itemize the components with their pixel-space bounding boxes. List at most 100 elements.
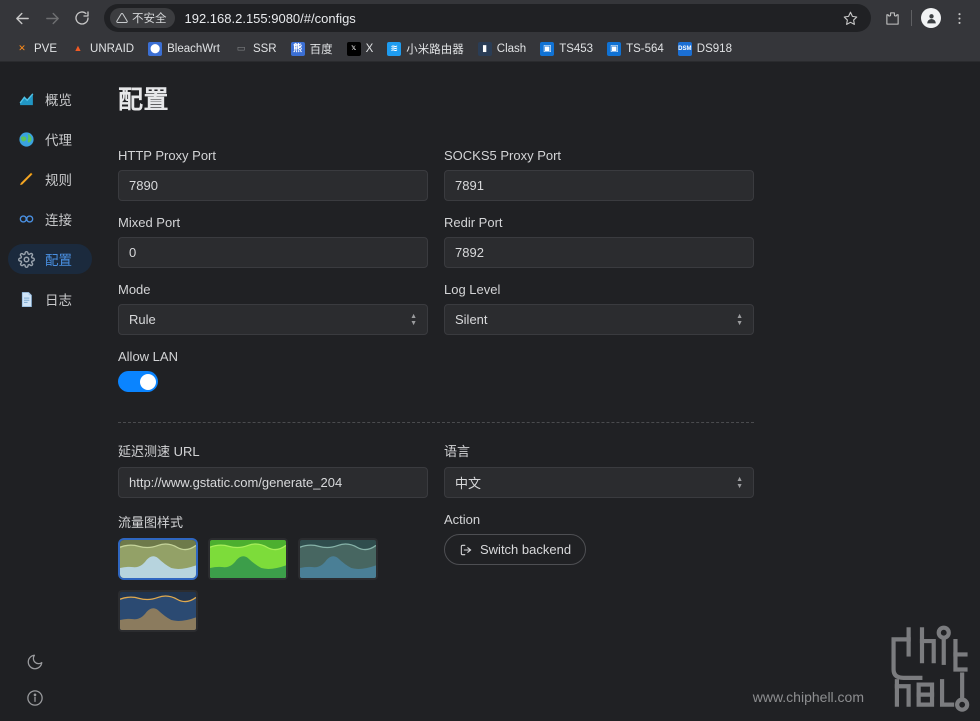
chart-style-option-4[interactable] [118,590,198,632]
bookmark-label: Clash [496,42,527,55]
bookmark-item[interactable]: ▣ TS-564 [600,40,671,58]
language-selected-value: 中文 [455,476,482,491]
sidebar-item-list: 概览代理规则连接配置日志 [0,84,100,324]
bookmark-item[interactable]: 𝕏X [340,40,381,58]
http-proxy-port-input[interactable]: 7890 [118,170,428,201]
bookmark-item[interactable]: ▲ UNRAID [64,40,141,58]
allow-lan-row-spacer [444,349,754,406]
address-bar[interactable]: 不安全 192.168.2.155:9080/#/configs [104,4,871,32]
moon-icon[interactable] [26,653,44,671]
bookmark-item[interactable]: ⬤ BleachWrt [141,40,227,58]
mode-selected-value: Rule [129,312,156,327]
sidebar-item-1[interactable]: 概览 [8,84,92,114]
reload-button[interactable] [68,4,96,32]
three-dot-menu-icon[interactable] [946,5,972,31]
bookmark-label: SSR [252,42,277,55]
field-chart-style: 流量图样式 [118,512,428,632]
sidebar-item-label: 规则 [45,173,72,188]
bookmark-item[interactable]: ≋ 小米路由器 [380,39,471,59]
bookmark-label: BleachWrt [167,42,220,55]
bookmark-label: PVE [34,42,58,55]
ports-row-2: Mixed Port 0 Redir Port 7892 [118,215,754,282]
latency-test-url-input[interactable]: http://www.gstatic.com/generate_204 [118,467,428,498]
field-redir-port: Redir Port 7892 [444,215,754,268]
puzzle-icon[interactable] [879,5,905,31]
field-log-level: Log Level Silent ▲ ▼ [444,282,754,335]
sidebar-item-6[interactable]: 日志 [8,284,92,314]
info-icon[interactable] [26,689,44,707]
misc-row: 延迟测速 URL http://www.gstatic.com/generate… [118,441,754,512]
language-select[interactable]: 中文 ▲ ▼ [444,467,754,498]
sidebar-item-4[interactable]: 连接 [8,204,92,234]
forward-button[interactable] [38,4,66,32]
globe-icon [18,131,35,148]
sidebar-item-label: 连接 [45,213,72,228]
chart-style-option-3[interactable] [298,538,378,580]
bookmark-label: TS453 [559,42,594,55]
bookmark-label: UNRAID [90,42,135,55]
bookmark-label: 百度 [309,43,333,56]
label-redir-port: Redir Port [444,215,503,230]
bookmark-favicon: DSM [677,41,692,56]
page-title: 配置 [118,86,170,114]
chart-style-option-1[interactable] [118,538,198,580]
style-action-row: 流量图样式 Action Switch backend [118,512,754,646]
bookmark-item[interactable]: ▭ SSR [227,40,284,58]
bookmark-item[interactable]: ✕ PVE [8,40,64,58]
bookmark-label: TS-564 [626,42,664,55]
bookmark-label: DS918 [696,42,732,55]
mixed-port-input[interactable]: 0 [118,237,428,268]
link-icon [18,211,35,228]
bookmark-favicon: ✕ [18,43,26,53]
switch-backend-label: Switch backend [480,542,572,557]
bookmark-item[interactable]: ▣ TS453 [533,40,600,58]
log-level-select[interactable]: Silent ▲ ▼ [444,304,754,335]
mode-select[interactable]: Rule ▲ ▼ [118,304,428,335]
clash-dashboard: 概览 代理 规则 连接 配置 日志 配置 HTTP Proxy Port 7890 SOC… [0,62,980,721]
bookmark-item[interactable]: 熊百度 [284,39,340,59]
label-mode: Mode [118,282,151,297]
bookmark-favicon: ≋ [387,41,402,56]
profile-avatar[interactable] [918,5,944,31]
bookmark-favicon: ▲ [73,43,83,53]
sidebar-item-3[interactable]: 规则 [8,164,92,194]
log-level-selected-value: Silent [455,312,488,327]
section-divider [118,422,754,423]
star-icon[interactable] [839,7,861,29]
bookmark-favicon: 熊 [290,41,305,56]
field-mixed-port: Mixed Port 0 [118,215,428,268]
label-http-proxy-port: HTTP Proxy Port [118,148,217,163]
bookmark-label: X [365,42,374,55]
chart-style-option-2[interactable] [208,538,288,580]
sidebar-item-5[interactable]: 配置 [8,244,92,274]
allow-lan-toggle[interactable] [118,371,158,392]
bookmark-favicon: 𝕏 [346,41,361,56]
config-form: HTTP Proxy Port 7890 SOCKS5 Proxy Port 7… [118,148,754,646]
label-latency-test-url: 延迟测速 URL [118,444,200,459]
sidebar-navigation: 概览代理规则连接配置日志 [0,62,100,721]
back-button[interactable] [8,4,36,32]
pencil-icon [18,171,35,188]
sidebar-item-label: 日志 [45,293,72,308]
label-log-level: Log Level [444,282,501,297]
omnibox-actions [839,7,861,29]
ports-row-1: HTTP Proxy Port 7890 SOCKS5 Proxy Port 7… [118,148,754,215]
switch-backend-button[interactable]: Switch backend [444,534,587,565]
bookmark-item[interactable]: DSM DS918 [671,40,739,58]
spinner-arrows-icon: ▲ ▼ [736,312,743,327]
chiphell-watermark: www.chiphell.com [753,621,974,713]
socks5-proxy-port-input[interactable]: 7891 [444,170,754,201]
bookmark-label: 小米路由器 [406,43,464,56]
bookmark-item[interactable]: ▮ Clash [471,40,533,58]
sidebar-item-2[interactable]: 代理 [8,124,92,154]
label-action: Action [444,512,481,527]
watermark-url: www.chiphell.com [752,689,864,705]
url-text: 192.168.2.155:9080/#/configs [184,10,356,26]
bookmarks-bar: ✕ PVE ▲ UNRAID ⬤ BleachWrt ▭ SSR 熊百度 𝕏 X ≋ 小米路由器 ▮ Cla… [0,36,980,62]
label-allow-lan: Allow LAN [118,349,178,364]
field-socks5-proxy-port: SOCKS5 Proxy Port 7891 [444,148,754,201]
bookmark-favicon: ▭ [236,43,246,53]
security-status-chip[interactable]: 不安全 [110,8,175,28]
gear-icon [18,250,35,268]
redir-port-input[interactable]: 7892 [444,237,754,268]
